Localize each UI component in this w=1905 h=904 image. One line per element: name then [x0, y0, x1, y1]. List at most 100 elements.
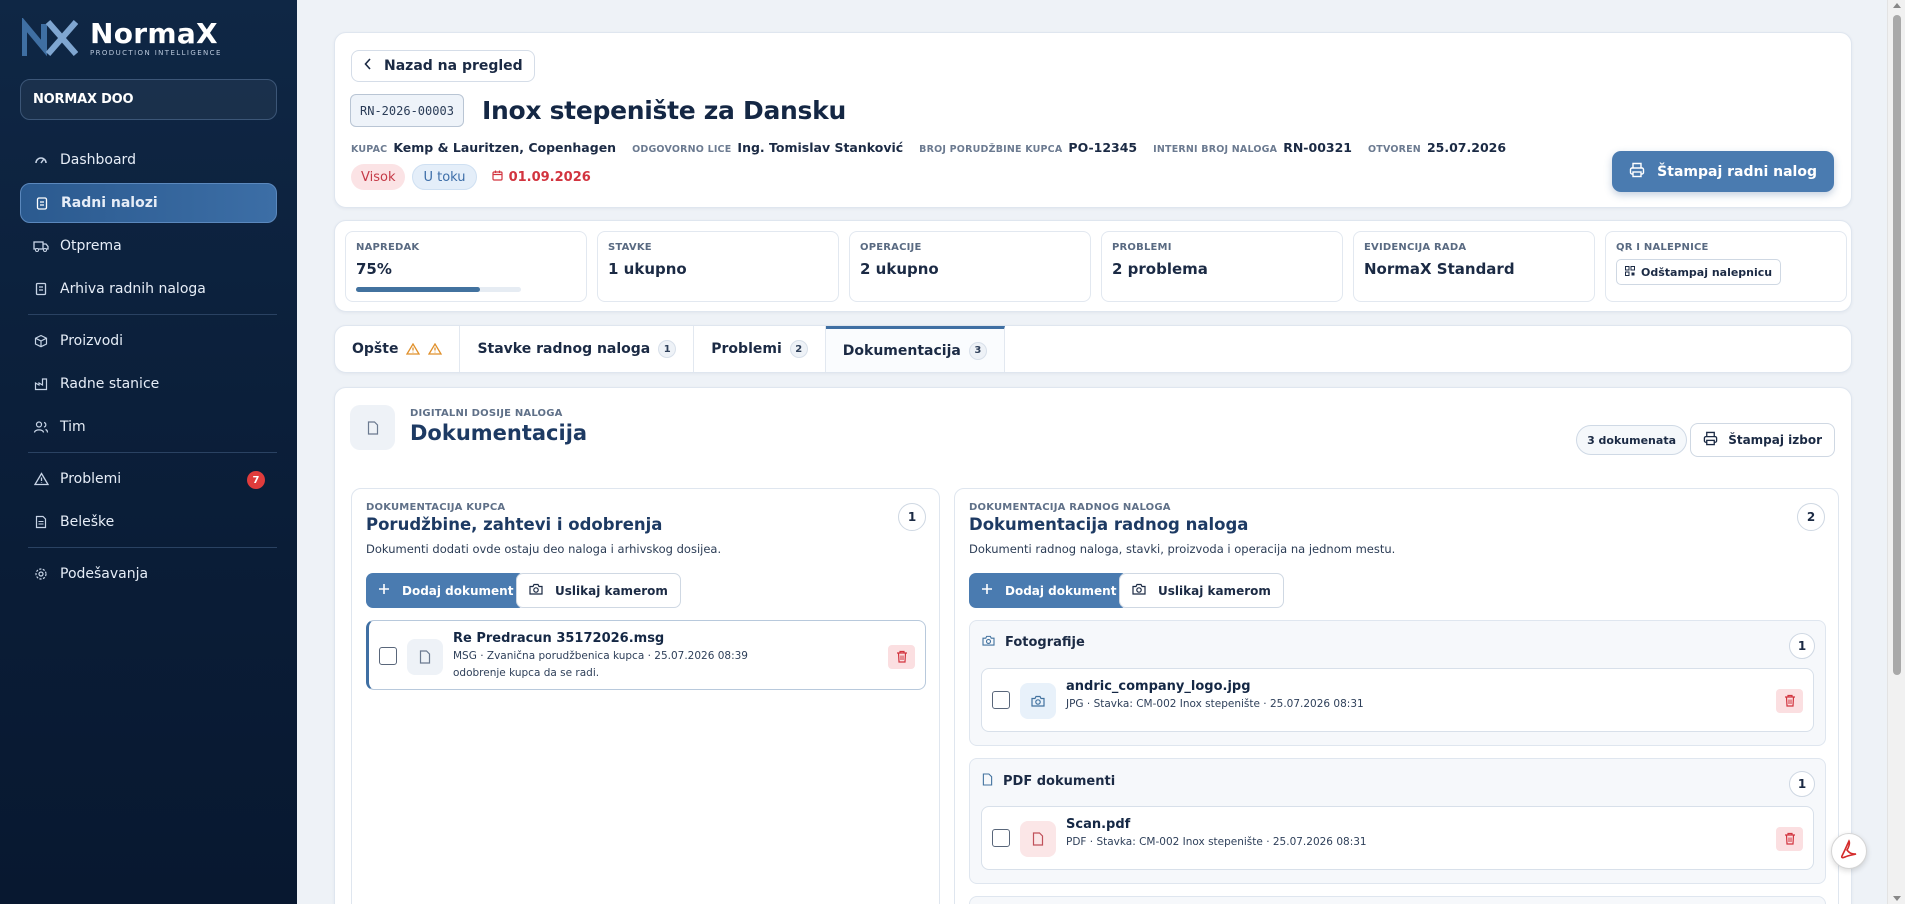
- document-row[interactable]: Re Predracun 35172026.msg MSG · Zvanična…: [366, 620, 926, 690]
- printer-icon: [1703, 431, 1718, 449]
- panel-title: Porudžbine, zahtevi i odobrenja: [366, 515, 663, 534]
- trash-icon: [1784, 830, 1796, 849]
- section-title: Dokumentacija: [410, 421, 588, 445]
- pdf-viewer-button[interactable]: [1831, 833, 1867, 869]
- sidebar-item-tim[interactable]: Tim: [20, 407, 277, 447]
- camera-icon: [982, 635, 995, 650]
- meta-internal-number: INTERNI BROJ NALOGA RN-00321: [1153, 140, 1352, 155]
- stat-label: QR I NALEPNICE: [1616, 242, 1709, 253]
- add-document-label: Dodaj dokument: [1005, 583, 1117, 598]
- sidebar-item-otprema[interactable]: Otprema: [20, 226, 277, 266]
- print-order-button[interactable]: Štampaj radni nalog: [1612, 151, 1834, 192]
- company-selector[interactable]: NORMAX DOO: [20, 79, 277, 120]
- scroll-up-arrow[interactable]: [1893, 3, 1901, 8]
- sidebar-item-beleske[interactable]: Beleške: [20, 502, 277, 542]
- print-selection-button[interactable]: Štampaj izbor: [1690, 423, 1835, 457]
- meta-label: INTERNI BROJ NALOGA: [1153, 144, 1278, 155]
- meta-value: 25.07.2026: [1426, 140, 1507, 155]
- back-label: Nazad na pregled: [384, 58, 523, 74]
- meta-value: Kemp & Lauritzen, Copenhagen: [393, 140, 617, 155]
- sidebar-item-radne-stanice[interactable]: Radne stanice: [20, 364, 277, 404]
- order-stats: NAPREDAK 75% STAVKE 1 ukupno OPERACIJE 2…: [334, 220, 1852, 312]
- delete-button[interactable]: [1776, 827, 1803, 851]
- stat-value: 1 ukupno: [608, 260, 687, 278]
- sidebar-item-arhiva[interactable]: Arhiva radnih naloga: [20, 269, 277, 309]
- print-selection-label: Štampaj izbor: [1728, 433, 1822, 447]
- document-checkbox[interactable]: [992, 829, 1010, 847]
- normax-logo-icon: [22, 18, 78, 57]
- document-icon: [982, 773, 993, 790]
- sidebar-item-radni-nalozi[interactable]: Radni nalozi: [20, 183, 277, 223]
- meta-opened: OTVOREN 25.07.2026: [1368, 140, 1506, 155]
- stat-label: OPERACIJE: [860, 242, 922, 253]
- tab-problemi[interactable]: Problemi 2: [694, 326, 826, 372]
- stat-value: 2 problema: [1112, 260, 1208, 278]
- users-icon: [33, 419, 49, 435]
- sidebar-item-label: Podešavanja: [60, 566, 149, 582]
- scrollbar[interactable]: [1887, 0, 1905, 904]
- stat-operations: OPERACIJE 2 ukupno: [849, 231, 1091, 302]
- group-title: Fotografije: [1005, 635, 1085, 650]
- camera-label: Uslikaj kamerom: [1158, 583, 1271, 598]
- sidebar-item-label: Arhiva radnih naloga: [60, 281, 206, 297]
- trash-icon: [896, 648, 908, 667]
- document-checkbox[interactable]: [379, 647, 397, 665]
- document-meta: PDF · Stavka: CM-002 Inox stepenište · 2…: [1066, 836, 1367, 848]
- status-badge: U toku: [412, 164, 477, 190]
- sidebar-item-dashboard[interactable]: Dashboard: [20, 140, 277, 180]
- add-document-button[interactable]: Dodaj dokument: [366, 573, 526, 608]
- tab-label: Opšte: [352, 341, 399, 357]
- tab-label: Stavke radnog naloga: [477, 341, 651, 357]
- documents-count-badge: 3 dokumenata: [1576, 425, 1687, 455]
- nav-divider: [28, 314, 277, 315]
- brand-tagline: PRODUCTION INTELLIGENCE: [90, 49, 222, 57]
- tab-stavke[interactable]: Stavke radnog naloga 1: [460, 326, 695, 372]
- dashboard-icon: [33, 152, 49, 168]
- print-label-button[interactable]: Odštampaj nalepnicu: [1616, 259, 1782, 285]
- order-header: Nazad na pregled RN-2026-00003 Inox step…: [334, 32, 1852, 208]
- sidebar-item-problemi[interactable]: Problemi 7: [20, 459, 277, 499]
- document-name[interactable]: Scan.pdf: [1066, 817, 1130, 832]
- problems-count-badge: 7: [247, 471, 265, 489]
- delete-button[interactable]: [888, 645, 915, 669]
- tab-opste[interactable]: Opšte: [335, 326, 461, 372]
- nav-divider: [28, 452, 277, 453]
- meta-label: KUPAC: [351, 144, 388, 155]
- photos-group: Fotografije 1 andric_company_logo.jpg JP…: [969, 620, 1826, 746]
- camera-button[interactable]: Uslikaj kamerom: [1119, 573, 1284, 608]
- document-checkbox[interactable]: [992, 691, 1010, 709]
- archive-icon: [33, 281, 49, 297]
- scroll-down-arrow[interactable]: [1893, 896, 1901, 901]
- plus-icon: [378, 583, 390, 598]
- priority-badge: Visok: [351, 164, 406, 190]
- document-row[interactable]: andric_company_logo.jpg JPG · Stavka: CM…: [981, 668, 1814, 732]
- tab-label: Dokumentacija: [842, 342, 961, 359]
- delete-button[interactable]: [1776, 689, 1803, 713]
- group-count: 1: [1789, 633, 1815, 659]
- stat-progress: NAPREDAK 75%: [345, 231, 587, 302]
- order-badges: Visok U toku 01.09.2026: [351, 164, 591, 190]
- pdf-icon: [1838, 838, 1860, 864]
- meta-value: RN-00321: [1283, 140, 1352, 155]
- document-name[interactable]: andric_company_logo.jpg: [1066, 679, 1251, 694]
- camera-button[interactable]: Uslikaj kamerom: [516, 573, 681, 608]
- order-meta: KUPAC Kemp & Lauritzen, Copenhagen ODGOVO…: [351, 140, 1506, 155]
- print-order-label: Štampaj radni nalog: [1657, 163, 1817, 180]
- document-name[interactable]: Re Predracun 35172026.msg: [453, 631, 664, 646]
- sidebar-item-podesavanja[interactable]: Podešavanja: [20, 554, 277, 594]
- meta-value: PO-12345: [1068, 140, 1138, 155]
- sidebar-item-proizvodi[interactable]: Proizvodi: [20, 321, 277, 361]
- group-title: PDF dokumenti: [1003, 774, 1116, 789]
- brand-logo[interactable]: NormaX PRODUCTION INTELLIGENCE: [22, 18, 222, 58]
- tab-dokumentacija[interactable]: Dokumentacija 3: [825, 326, 1005, 372]
- due-date-value: 01.09.2026: [508, 169, 591, 185]
- scroll-thumb[interactable]: [1893, 15, 1901, 675]
- page-title: Inox stepenište za Dansku: [482, 96, 846, 125]
- brand-name: NormaX: [90, 17, 218, 50]
- document-row[interactable]: Scan.pdf PDF · Stavka: CM-002 Inox stepe…: [981, 806, 1814, 870]
- printer-icon: [1629, 162, 1645, 182]
- add-document-button[interactable]: Dodaj dokument: [969, 573, 1129, 608]
- box-icon: [33, 333, 49, 349]
- panel-count: 1: [898, 503, 926, 531]
- back-button[interactable]: Nazad na pregled: [351, 50, 535, 82]
